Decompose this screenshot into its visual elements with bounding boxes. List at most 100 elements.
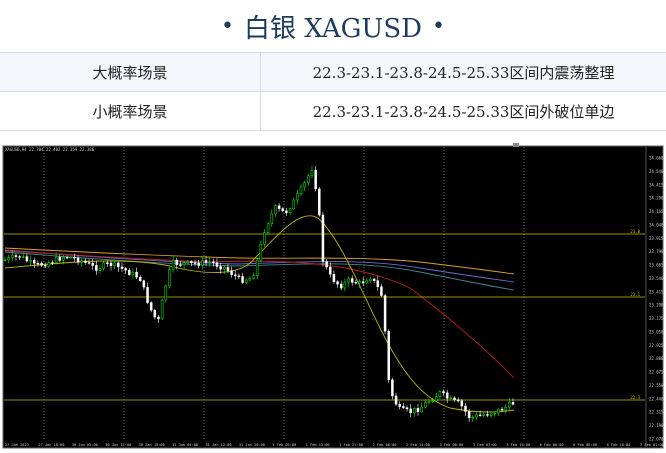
candle-body — [226, 267, 230, 271]
candle-body — [493, 412, 496, 415]
candle-body — [336, 281, 339, 285]
price-tick-label: 23.540 — [649, 276, 664, 281]
candle-body — [394, 395, 398, 405]
candle-body — [354, 282, 358, 284]
candle-body — [274, 205, 277, 215]
title-left-dot: • — [221, 13, 235, 39]
time-tick-label: 27 Jan 2023 — [5, 443, 29, 447]
candle-body — [84, 260, 87, 263]
price-tick-label: 24.415 — [649, 182, 664, 187]
candle-body — [175, 259, 179, 265]
price-chart[interactable]: 23.8 23.1 22.3 24.660 24.540 24.415 24.290 24.… — [0, 138, 666, 449]
candle-body — [504, 406, 507, 411]
candle-body — [120, 266, 124, 269]
candle-body — [124, 268, 127, 271]
candle-body — [65, 256, 69, 259]
price-tick-label: 23.290 — [649, 303, 664, 308]
time-tick-label: 30 Jan 11:00 — [105, 443, 131, 447]
time-tick-label: 31 Jan 20:00 — [239, 443, 265, 447]
candle-body — [215, 262, 219, 267]
chart-symbol-header: XAGUSD,H4 22.384 22.402 22.359 22.386 — [5, 147, 95, 152]
candle-body — [285, 210, 288, 213]
candle-body — [204, 260, 208, 263]
candle-body — [241, 276, 244, 283]
candle-body — [3, 259, 7, 261]
level-label: 23.8 — [630, 229, 640, 234]
candle-body — [453, 397, 456, 400]
candle-body — [179, 264, 182, 266]
candle-body — [190, 261, 193, 263]
candle-body — [142, 280, 146, 288]
candle-body — [58, 256, 62, 261]
candle-body — [263, 232, 266, 245]
scenario-row-low: 小概率场景 22.3-23.1-23.8-24.5-25.33区间外破位单边 — [0, 92, 666, 131]
price-tick-label: 24.660 — [649, 156, 664, 161]
candle-body — [380, 286, 383, 296]
price-chart-panel: 23.8 23.1 22.3 24.660 24.540 24.415 24.290 24.… — [0, 138, 666, 449]
time-tick-label: 31 Jan 12:00 — [206, 443, 232, 447]
candle-body — [475, 414, 478, 418]
price-tick-label: 23.415 — [649, 289, 664, 294]
candle-body — [508, 402, 511, 408]
candle-body — [233, 274, 237, 277]
candle-body — [80, 260, 83, 263]
candle-body — [153, 309, 157, 318]
time-tick-label: 3 Feb 07:00 — [473, 443, 497, 447]
candle-body — [500, 408, 504, 411]
candle-body — [288, 208, 292, 213]
candle-body — [32, 260, 36, 264]
candle-body — [244, 279, 248, 283]
candle-body — [497, 408, 500, 414]
candle-body — [197, 262, 200, 266]
candle-body — [193, 262, 197, 264]
candle-body — [138, 276, 142, 281]
candle-body — [7, 257, 10, 261]
candle-body — [321, 214, 325, 262]
time-tick-label: 30 Jan 19:00 — [139, 443, 165, 447]
chart-shift-marker[interactable] — [513, 143, 519, 147]
candle-body — [478, 414, 482, 416]
candle-body — [292, 199, 295, 210]
candle-body — [413, 408, 416, 414]
candle-body — [442, 391, 445, 394]
candle-body — [270, 213, 274, 224]
candle-body — [332, 273, 336, 282]
title-text: 白银 XAGUSD — [244, 13, 422, 44]
candle-body — [347, 278, 350, 283]
level-label: 22.3 — [630, 395, 640, 400]
candle-body — [62, 256, 65, 261]
candle-body — [339, 283, 343, 289]
candle-body — [482, 414, 486, 416]
price-tick-label: 23.790 — [649, 249, 664, 254]
price-tick-label: 23.050 — [649, 329, 664, 334]
candle-body — [471, 416, 475, 419]
candle-body — [113, 262, 116, 267]
candle-body — [435, 396, 438, 402]
candle-body — [372, 278, 376, 281]
candle-body — [420, 406, 423, 413]
time-tick-label: 3 Feb 16:00 — [506, 443, 530, 447]
candle-body — [149, 302, 153, 311]
candle-body — [76, 257, 80, 263]
title-right-dot: • — [431, 13, 445, 39]
price-tick-label: 24.290 — [649, 196, 664, 201]
candle-body — [329, 266, 332, 275]
time-tick-label: 6 Feb 08:00 — [573, 443, 597, 447]
time-tick-label: 1 Feb 21:00 — [339, 443, 363, 447]
page-title: • 白银 XAGUSD • — [0, 0, 666, 52]
candle-body — [424, 402, 427, 408]
candle-body — [95, 265, 98, 271]
candle-body — [438, 391, 442, 397]
candle-body — [277, 205, 281, 209]
price-tick-label: 22.190 — [649, 423, 664, 428]
price-tick-label: 22.315 — [649, 410, 664, 415]
candle-body — [259, 244, 263, 261]
candle-body — [358, 281, 361, 284]
time-tick-label: 1 Feb 05:00 — [272, 443, 296, 447]
candle-body — [266, 223, 270, 233]
candle-body — [387, 330, 390, 381]
price-tick-label: 24.540 — [649, 169, 664, 174]
candle-body — [255, 259, 259, 276]
candle-body — [343, 281, 347, 289]
candle-body — [25, 256, 29, 262]
